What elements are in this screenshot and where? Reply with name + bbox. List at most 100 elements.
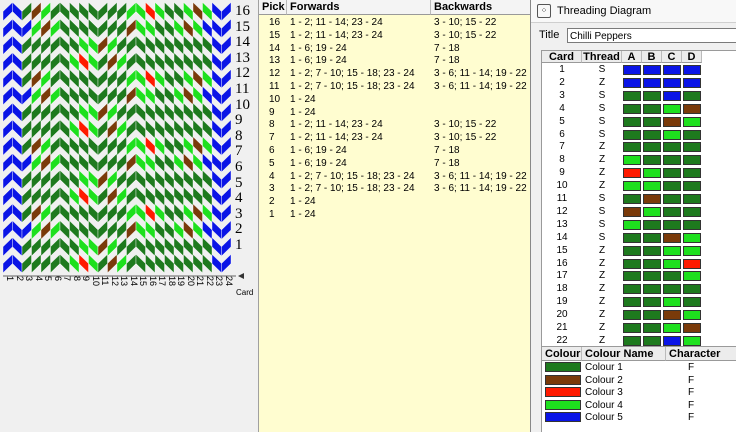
hole-d-swatch[interactable] xyxy=(683,90,701,101)
hole-a-swatch[interactable] xyxy=(623,129,641,140)
colour-swatch[interactable] xyxy=(545,374,581,385)
hole-a-swatch[interactable] xyxy=(623,245,641,256)
thread-direction[interactable]: S xyxy=(582,219,622,231)
hole-c-swatch[interactable] xyxy=(663,155,681,166)
hole-b-swatch[interactable] xyxy=(643,129,661,140)
hole-d-swatch[interactable] xyxy=(683,181,701,192)
colour-swatch[interactable] xyxy=(545,399,581,410)
hole-a-swatch[interactable] xyxy=(623,155,641,166)
hole-a-swatch[interactable] xyxy=(623,103,641,114)
hole-c-swatch[interactable] xyxy=(663,168,681,179)
header-forwards[interactable]: Forwards xyxy=(287,0,431,15)
card-row[interactable]: 19 Z xyxy=(542,296,736,308)
hole-b-swatch[interactable] xyxy=(643,297,661,308)
hole-d-swatch[interactable] xyxy=(683,245,701,256)
header-pick[interactable]: Pick xyxy=(259,0,287,15)
hole-b-swatch[interactable] xyxy=(643,310,661,321)
hole-c-swatch[interactable] xyxy=(663,65,681,75)
card-row[interactable]: 16 Z xyxy=(542,258,736,270)
thread-direction[interactable]: S xyxy=(582,193,622,205)
thread-direction[interactable]: Z xyxy=(582,309,622,321)
pick-row[interactable]: 16 1 - 2; 11 - 14; 23 - 24 3 - 10; 15 - 22 xyxy=(259,16,531,29)
card-row[interactable]: 17 Z xyxy=(542,270,736,282)
pick-row[interactable]: 7 1 - 2; 11 - 14; 23 - 24 3 - 10; 15 - 22 xyxy=(259,131,531,144)
hole-d-swatch[interactable] xyxy=(683,65,701,75)
card-row[interactable]: 2Z xyxy=(542,77,736,89)
colour-table[interactable]: Colour Colour Name Character Colour 1 F Co… xyxy=(541,346,736,432)
thread-direction[interactable]: Z xyxy=(582,258,622,270)
hole-c-swatch[interactable] xyxy=(663,194,681,204)
hole-a-swatch[interactable] xyxy=(623,168,641,179)
hole-a-swatch[interactable] xyxy=(623,284,641,295)
hole-d-swatch[interactable] xyxy=(683,310,701,321)
pick-row[interactable]: 15 1 - 2; 11 - 14; 23 - 24 3 - 10; 15 - 22 xyxy=(259,29,531,42)
card-row[interactable]: 13 S xyxy=(542,219,736,231)
hole-d-swatch[interactable] xyxy=(683,258,701,269)
hole-a-swatch[interactable] xyxy=(623,271,641,282)
hole-a-swatch[interactable] xyxy=(623,90,641,101)
hole-a-swatch[interactable] xyxy=(623,323,641,333)
colour-swatch[interactable] xyxy=(545,362,581,372)
pick-row[interactable]: 3 1 - 2; 7 - 10; 15 - 18; 23 - 24 3 - 6; 1… xyxy=(259,182,531,195)
hole-c-swatch[interactable] xyxy=(663,323,681,333)
colour-row[interactable]: Colour 3 F xyxy=(542,387,736,399)
hole-b-swatch[interactable] xyxy=(643,258,661,269)
card-row[interactable]: 18 Z xyxy=(542,283,736,295)
thread-direction[interactable]: S xyxy=(582,206,622,218)
pick-row[interactable]: 1 1 - 24 xyxy=(259,208,531,221)
card-row[interactable]: 3S xyxy=(542,90,736,102)
pick-row[interactable]: 4 1 - 2; 7 - 10; 15 - 18; 23 - 24 3 - 6; 1… xyxy=(259,170,531,183)
hole-d-swatch[interactable] xyxy=(683,77,701,88)
card-row[interactable]: 7Z xyxy=(542,141,736,153)
thread-direction[interactable]: Z xyxy=(582,322,622,334)
hole-d-swatch[interactable] xyxy=(683,116,701,127)
hole-a-swatch[interactable] xyxy=(623,310,641,321)
header-backwards[interactable]: Backwards xyxy=(431,0,531,15)
pattern-preview-pane[interactable]: 16 15 14 13 12 11 10 9 8 7 6 5 4 3 2 1 1 2 3 4 5 6 7 8 9 10 11 12 1… xyxy=(0,0,258,432)
thread-direction[interactable]: S xyxy=(582,116,622,128)
hole-d-swatch[interactable] xyxy=(683,168,701,179)
pick-row[interactable]: 14 1 - 6; 19 - 24 7 - 18 xyxy=(259,42,531,55)
hole-d-swatch[interactable] xyxy=(683,194,701,204)
hole-d-swatch[interactable] xyxy=(683,323,701,333)
card-row[interactable]: 12 S xyxy=(542,206,736,218)
hole-c-swatch[interactable] xyxy=(663,129,681,140)
hole-c-swatch[interactable] xyxy=(663,90,681,101)
thread-direction[interactable]: Z xyxy=(582,283,622,295)
thread-direction[interactable]: S xyxy=(582,64,622,76)
card-row[interactable]: 5S xyxy=(542,116,736,128)
hole-a-swatch[interactable] xyxy=(623,77,641,88)
hole-c-swatch[interactable] xyxy=(663,116,681,127)
hole-c-swatch[interactable] xyxy=(663,77,681,88)
hole-a-swatch[interactable] xyxy=(623,258,641,269)
card-row[interactable]: 8Z xyxy=(542,154,736,166)
pick-row[interactable]: 2 1 - 24 xyxy=(259,195,531,208)
hole-b-swatch[interactable] xyxy=(643,142,661,153)
hole-c-swatch[interactable] xyxy=(663,297,681,308)
thread-direction[interactable]: Z xyxy=(582,154,622,166)
card-row[interactable]: 20 Z xyxy=(542,309,736,321)
hole-a-swatch[interactable] xyxy=(623,65,641,75)
colour-row[interactable]: Colour 2 F xyxy=(542,374,736,387)
hole-a-swatch[interactable] xyxy=(623,219,641,230)
hole-d-swatch[interactable] xyxy=(683,129,701,140)
hole-a-swatch[interactable] xyxy=(623,181,641,192)
hole-b-swatch[interactable] xyxy=(643,103,661,114)
hole-b-swatch[interactable] xyxy=(643,90,661,101)
card-row[interactable]: 21 Z xyxy=(542,322,736,334)
hole-a-swatch[interactable] xyxy=(623,297,641,308)
hole-a-swatch[interactable] xyxy=(623,206,641,217)
card-row[interactable]: 4S xyxy=(542,103,736,115)
thread-direction[interactable]: Z xyxy=(582,270,622,282)
hole-c-swatch[interactable] xyxy=(663,245,681,256)
card-row[interactable]: 6S xyxy=(542,129,736,141)
hole-b-swatch[interactable] xyxy=(643,65,661,75)
hole-b-swatch[interactable] xyxy=(643,335,661,346)
thread-direction[interactable]: Z xyxy=(582,77,622,89)
thread-direction[interactable]: S xyxy=(582,232,622,244)
hole-d-swatch[interactable] xyxy=(683,142,701,153)
pick-list-pane[interactable]: Pick Forwards Backwards 16 1 - 2; 11 - 14… xyxy=(258,0,531,432)
card-threading-table[interactable]: Card Thread A B C D 1 S 2 Z 3 S 4 S 5 S 6 S 7 Z 8 Z 9 Z 10… xyxy=(541,50,736,348)
hole-a-swatch[interactable] xyxy=(623,232,641,243)
hole-c-swatch[interactable] xyxy=(663,310,681,321)
